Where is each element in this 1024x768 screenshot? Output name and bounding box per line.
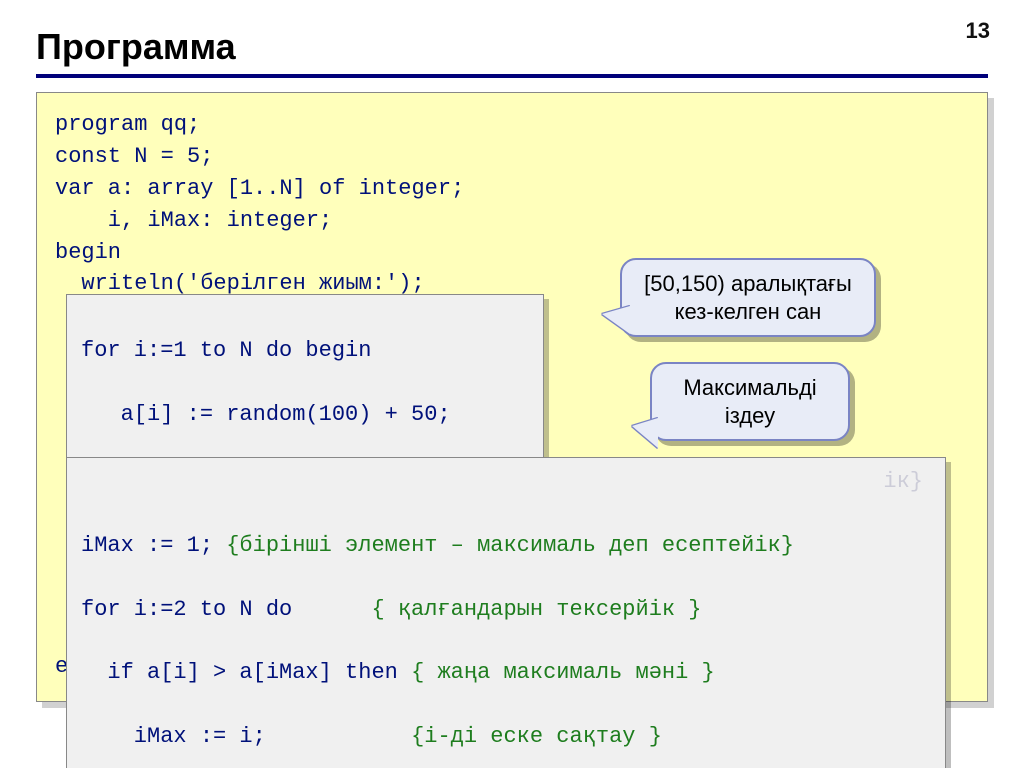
callout-find-max: Максимальді іздеу xyxy=(650,362,850,441)
code-line: const N = 5; xyxy=(55,141,969,173)
callout-line: Максимальді xyxy=(670,374,830,402)
code-comment: {бірінші элемент – максималь деп есептей… xyxy=(226,533,794,558)
callout-line: іздеу xyxy=(670,402,830,430)
code-line: a[i] := random(100) + 50; xyxy=(81,399,529,431)
code-comment: { қалғандарын тексерйік } xyxy=(371,597,701,622)
code-line: iMax := 1; {бірінші элемент – максималь … xyxy=(81,530,931,562)
page-number: 13 xyxy=(966,18,990,44)
callout-random-range: [50,150) аралықтағы кез-келген сан xyxy=(620,258,876,337)
callout-line: кез-келген сан xyxy=(640,298,856,326)
slide: 13 Программа program qq; const N = 5; va… xyxy=(0,0,1024,768)
code-box-find-max: ік} iMax := 1; {бірінші элемент – максим… xyxy=(66,457,946,768)
code-line: iMax := i; {i-ді еске сақтау } xyxy=(81,721,931,753)
code-line: if a[i] > a[iMax] then { жаңа максималь … xyxy=(81,657,931,689)
ghost-text: ік} xyxy=(883,466,923,498)
slide-title: Программа xyxy=(36,26,988,68)
code-line: i, iMax: integer; xyxy=(55,205,969,237)
code-line: for i:=2 to N do { қалғандарын тексерйік… xyxy=(81,594,931,626)
callout-tail xyxy=(602,306,630,334)
title-underline xyxy=(36,74,988,78)
callout-tail xyxy=(632,418,658,448)
code-comment: {i-ді еске сақтау } xyxy=(411,724,662,749)
callout-line: [50,150) аралықтағы xyxy=(640,270,856,298)
code-comment: { жаңа максималь мәні } xyxy=(411,660,715,685)
code-line: program qq; xyxy=(55,109,969,141)
code-line: for i:=1 to N do begin xyxy=(81,335,529,367)
code-line: var a: array [1..N] of integer; xyxy=(55,173,969,205)
